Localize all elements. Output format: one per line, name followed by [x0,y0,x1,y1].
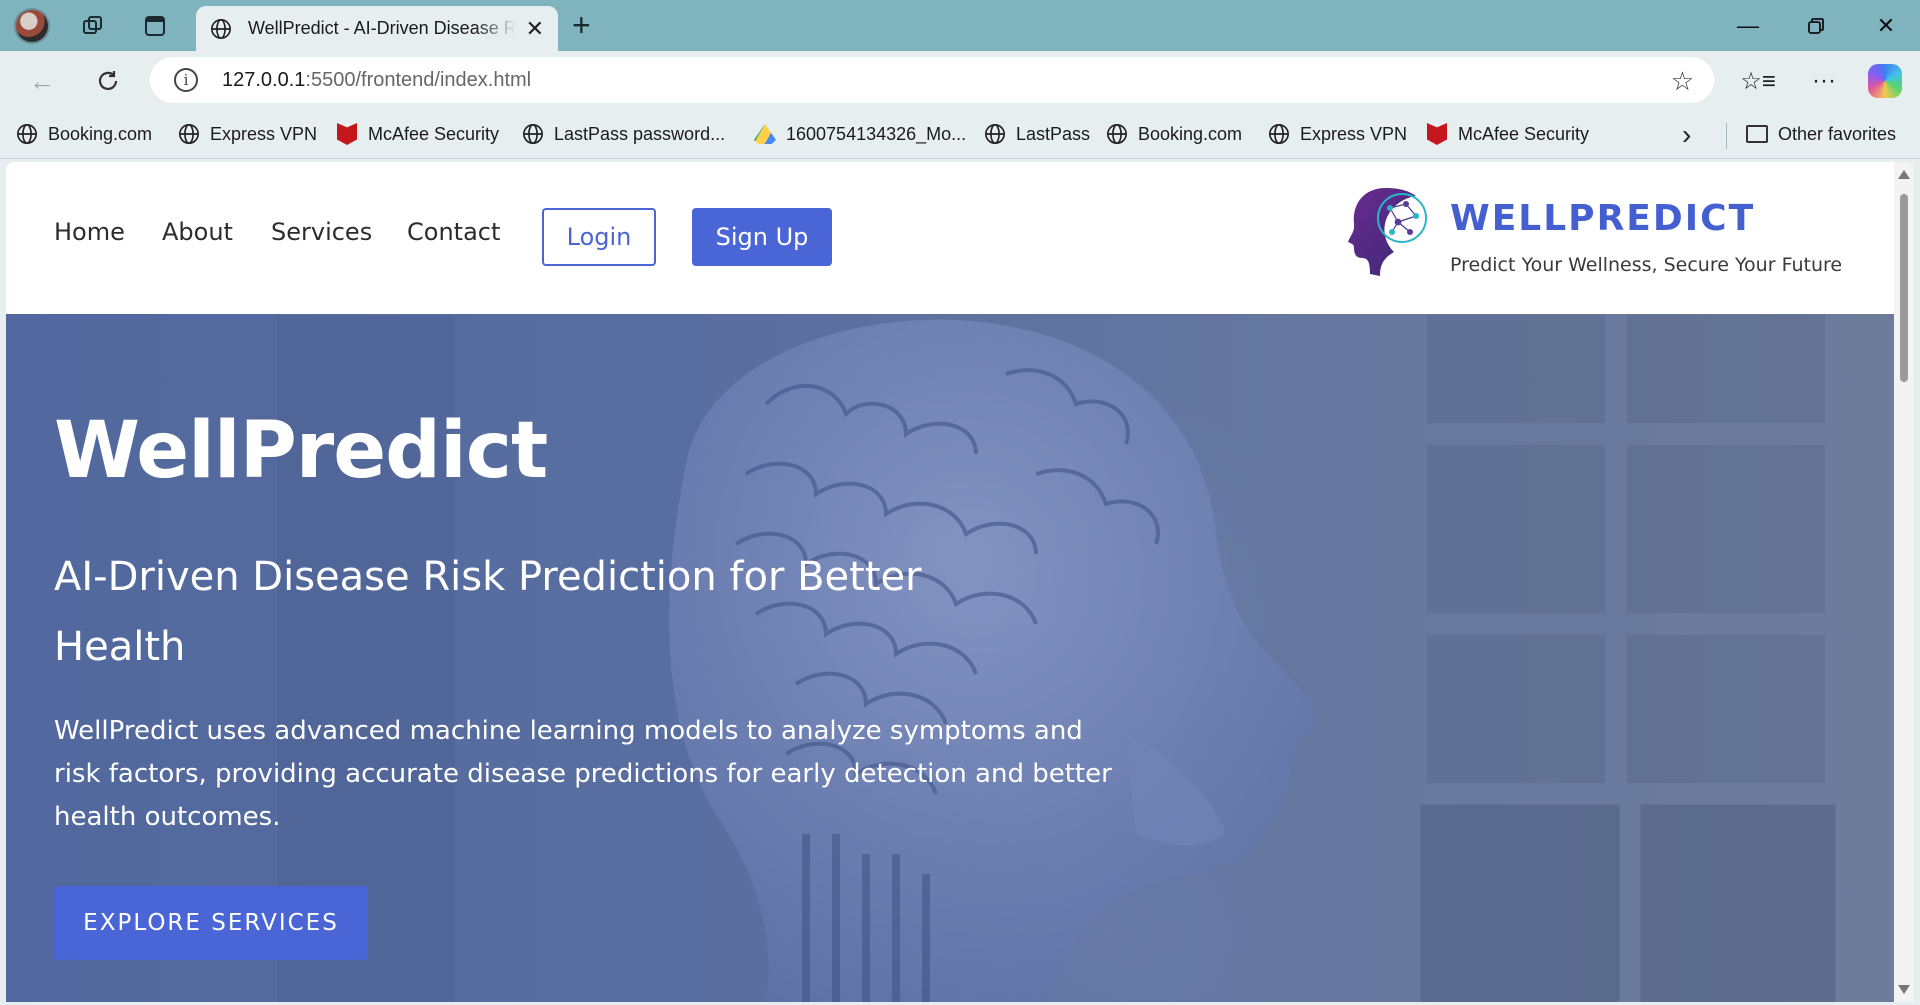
new-tab-button[interactable]: + [572,8,591,42]
background-tile [1626,634,1826,784]
favorite-label: Express VPN [1300,123,1408,144]
scroll-up-arrow-icon[interactable] [1898,170,1910,179]
active-tab[interactable]: WellPredict - AI-Driven Disease Risk Pre… [196,6,558,51]
google-drive-icon [754,123,776,145]
background-tile [1626,314,1826,424]
favorite-item[interactable]: Booking.com [16,123,152,145]
favorite-star-icon[interactable]: ☆ [1671,66,1694,97]
globe-icon [984,123,1006,145]
restore-button[interactable] [1796,10,1836,42]
copilot-icon[interactable] [1868,64,1902,98]
background-tile [1426,444,1606,614]
hero-title: WellPredict [54,406,548,496]
brand-tagline: Predict Your Wellness, Secure Your Futur… [1450,254,1843,276]
background-tile [1426,634,1606,784]
favorite-label: LastPass [1016,123,1091,144]
brain-head-logo-icon [1348,188,1427,276]
login-button[interactable]: Login [542,208,656,266]
mcafee-icon [1426,123,1448,145]
brand-name[interactable]: WELLPREDICT [1450,198,1755,239]
browser-tab-bar: WellPredict - AI-Driven Disease Risk Pre… [0,0,1920,51]
favorite-item[interactable]: 1600754134326_Mo... [754,123,966,145]
background-tile [1426,314,1606,424]
tab-title: WellPredict - AI-Driven Disease Risk Pre… [247,18,516,38]
hero-description: WellPredict uses advanced machine learni… [54,716,1112,832]
favorites-icon[interactable]: ☆≡ [1738,61,1778,101]
nav-contact-link[interactable]: Contact [407,218,500,246]
favorite-item[interactable]: McAfee Security [336,123,499,145]
hero-section: WellPredict AI-Driven Disease Risk Predi… [6,314,1894,1002]
page-scrollbar[interactable] [1894,162,1914,1002]
chevron-right-icon[interactable]: › [1682,119,1691,151]
favorite-item[interactable]: Booking.com [1106,123,1242,145]
back-arrow-icon[interactable]: ← [24,63,60,99]
browser-toolbar: ← i 127.0.0.1:5500/frontend/index.html ☆… [0,51,1920,111]
page-viewport: Home About Services Contact Login Sign U… [6,162,1914,1002]
address-bar[interactable]: i 127.0.0.1:5500/frontend/index.html ☆ [150,57,1714,103]
globe-icon [1106,123,1128,145]
nav-home-link[interactable]: Home [54,218,125,246]
globe-icon [522,123,544,145]
background-tile [1640,804,1836,1002]
favorite-label: 1600754134326_Mo... [786,123,967,144]
favorite-label: Booking.com [1138,123,1243,144]
reload-icon[interactable] [90,63,126,99]
nav-about-link[interactable]: About [162,218,233,246]
url-text: 127.0.0.1:5500/frontend/index.html [222,68,532,91]
signup-button[interactable]: Sign Up [692,208,832,266]
background-tile [1420,804,1620,1002]
hero-subtitle: AI-Driven Disease Risk Prediction for Be… [54,554,922,670]
profile-avatar[interactable] [14,8,50,44]
other-favorites-label: Other favorites [1778,123,1897,144]
favorite-label: McAfee Security [1458,123,1590,144]
site-info-icon[interactable]: i [174,68,198,92]
favorites-divider [1726,123,1727,149]
favorite-item[interactable]: Express VPN [178,123,317,145]
scrollbar-thumb[interactable] [1900,194,1908,382]
favorite-item[interactable]: LastPass [984,123,1090,145]
favorites-bar: Booking.com Express VPN McAfee Security … [0,111,1920,159]
folder-icon [1746,123,1768,145]
favorite-label: LastPass password... [554,123,726,144]
site-header: Home About Services Contact Login Sign U… [6,162,1894,314]
globe-icon [1268,123,1290,145]
favorite-label: Express VPN [210,123,318,144]
workspaces-icon[interactable] [76,9,110,43]
scroll-down-arrow-icon[interactable] [1898,985,1910,994]
more-menu-icon[interactable]: ··· [1804,61,1844,101]
globe-icon [16,123,38,145]
other-favorites-folder[interactable]: Other favorites [1746,123,1896,145]
favorite-item[interactable]: Express VPN [1268,123,1407,145]
background-tile [1626,444,1826,614]
close-window-button[interactable]: ✕ [1866,10,1906,42]
mcafee-icon [336,123,358,145]
favorite-label: McAfee Security [368,123,500,144]
favorite-label: Booking.com [48,123,153,144]
nav-services-link[interactable]: Services [271,218,372,246]
favorite-item[interactable]: McAfee Security [1426,123,1589,145]
explore-services-button[interactable]: EXPLORE SERVICES [54,886,368,960]
favorite-item[interactable]: LastPass password... [522,123,725,145]
globe-icon [211,18,231,39]
tab-actions-icon[interactable] [138,9,172,43]
globe-icon [178,123,200,145]
minimize-button[interactable]: — [1728,10,1768,42]
close-tab-icon[interactable]: ✕ [526,16,544,42]
